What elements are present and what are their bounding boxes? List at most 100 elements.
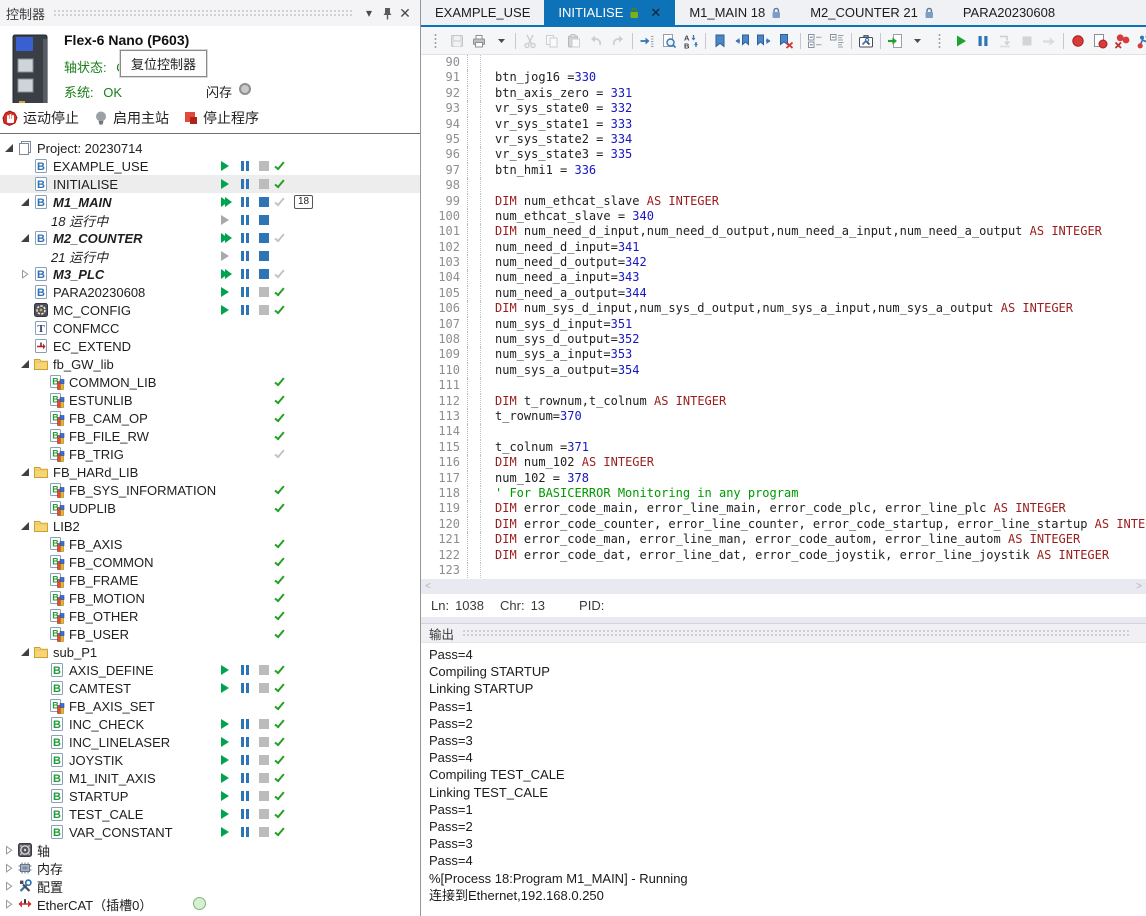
download-program-button[interactable] — [884, 30, 906, 52]
save-button[interactable] — [446, 30, 468, 52]
expander-open-icon[interactable] — [20, 466, 33, 478]
tree-item-project-20230714[interactable]: Project: 20230714 — [0, 139, 420, 157]
expander-open-icon[interactable] — [20, 358, 33, 370]
pin-icon[interactable] — [378, 4, 396, 22]
replace-button[interactable]: AB — [680, 30, 702, 52]
expander-open-icon[interactable] — [20, 232, 33, 244]
tab-close-icon[interactable]: ✕ — [650, 5, 661, 21]
tree-item-fb_user[interactable]: BFB_USER — [0, 625, 420, 643]
expander-closed-icon[interactable] — [4, 880, 17, 892]
tree-item-m1_main[interactable]: BM1_MAIN18 — [0, 193, 420, 211]
tree-item-fb_cam_op[interactable]: BFB_CAM_OP — [0, 409, 420, 427]
tree-item-ec_extend[interactable]: EC_EXTEND — [0, 337, 420, 355]
next-bookmark-button[interactable] — [753, 30, 775, 52]
expander-open-icon[interactable] — [20, 520, 33, 532]
watch-config-button[interactable] — [855, 30, 877, 52]
motion-stop-button[interactable]: 运动停止 — [2, 108, 79, 128]
tree-item-m2_counter[interactable]: BM2_COUNTER — [0, 229, 420, 247]
paste-button[interactable] — [563, 30, 585, 52]
tree-item-udplib[interactable]: BUDPLIB — [0, 499, 420, 517]
tree-item-fb_motion[interactable]: BFB_MOTION — [0, 589, 420, 607]
tree-item-21-[interactable]: 21 运行中 — [0, 247, 420, 265]
cut-button[interactable] — [519, 30, 541, 52]
tree-item-18-[interactable]: 18 运行中 — [0, 211, 420, 229]
tree-item-camtest[interactable]: BCAMTEST — [0, 679, 420, 697]
tree-item-lib2[interactable]: LIB2 — [0, 517, 420, 535]
breakpoint-doc-button[interactable] — [1089, 30, 1111, 52]
tree-item-joystik[interactable]: BJOYSTIK — [0, 751, 420, 769]
reset-controller-button[interactable]: 复位控制器 — [120, 50, 207, 77]
tree-item-inc_linelaser[interactable]: BINC_LINELASER — [0, 733, 420, 751]
expander-closed-icon[interactable] — [20, 268, 33, 280]
redo-button[interactable] — [607, 30, 629, 52]
expand-outline-button[interactable] — [826, 30, 848, 52]
tree-item-sub_p1[interactable]: sub_P1 — [0, 643, 420, 661]
tree-item-ethercat-0-[interactable]: EtherCAT（插槽0） — [0, 895, 420, 913]
toolbar-grip-2[interactable] — [928, 30, 950, 52]
expander-closed-icon[interactable] — [4, 844, 17, 856]
step-into-button[interactable] — [994, 30, 1016, 52]
tree-item-inc_check[interactable]: BINC_CHECK — [0, 715, 420, 733]
panel-dropdown-icon[interactable]: ▾ — [360, 4, 378, 22]
stop-button[interactable] — [1016, 30, 1038, 52]
tree-item-m1_init_axis[interactable]: BM1_INIT_AXIS — [0, 769, 420, 787]
tree-item-example_use[interactable]: BEXAMPLE_USE — [0, 157, 420, 175]
stop-program-button[interactable]: 停止程序 — [183, 108, 259, 128]
tree-item-startup[interactable]: BSTARTUP — [0, 787, 420, 805]
tree-item--[interactable]: 轴 — [0, 841, 420, 859]
find-in-file-button[interactable] — [658, 30, 680, 52]
tree-item-fb_other[interactable]: BFB_OTHER — [0, 607, 420, 625]
run-button[interactable] — [950, 30, 972, 52]
tree-item-axis_define[interactable]: BAXIS_DEFINE — [0, 661, 420, 679]
expander-open-icon[interactable] — [20, 196, 33, 208]
tab-example_use[interactable]: EXAMPLE_USE — [421, 0, 544, 25]
output-log[interactable]: Pass=4Compiling STARTUPLinking STARTUPPa… — [421, 643, 1146, 904]
scroll-left-arrow[interactable]: < — [425, 581, 431, 592]
tree-item-fb_hard_lib[interactable]: FB_HARd_LIB — [0, 463, 420, 481]
scroll-right-arrow[interactable]: > — [1136, 581, 1142, 592]
horizontal-scrollbar[interactable]: < > — [421, 579, 1146, 594]
collapse-outline-button[interactable] — [804, 30, 826, 52]
expander-open-icon[interactable] — [4, 142, 17, 154]
expander-open-icon[interactable] — [20, 646, 33, 658]
tab-para20230608[interactable]: PARA20230608 — [949, 0, 1069, 25]
tree-item-fb_gw_lib[interactable]: fb_GW_lib — [0, 355, 420, 373]
tree-item-fb_file_rw[interactable]: BFB_FILE_RW — [0, 427, 420, 445]
watch-point-button[interactable] — [1133, 30, 1146, 52]
tab-m2_counter-21[interactable]: M2_COUNTER 21 — [796, 0, 949, 25]
tree-item-initialise[interactable]: BINITIALISE — [0, 175, 420, 193]
tree-item-m3_plc[interactable]: BM3_PLC — [0, 265, 420, 283]
tree-item-para20230608[interactable]: BPARA20230608 — [0, 283, 420, 301]
print-dropdown[interactable] — [490, 30, 512, 52]
toolbar-overflow[interactable] — [906, 30, 928, 52]
toggle-bookmark-button[interactable] — [709, 30, 731, 52]
tree-item-test_cale[interactable]: BTEST_CALE — [0, 805, 420, 823]
tree-item-var_constant[interactable]: BVAR_CONSTANT — [0, 823, 420, 841]
pause-button[interactable] — [972, 30, 994, 52]
undo-button[interactable] — [585, 30, 607, 52]
tree-item-estunlib[interactable]: BESTUNLIB — [0, 391, 420, 409]
tree-item-fb_axis[interactable]: BFB_AXIS — [0, 535, 420, 553]
step-over-button[interactable] — [1038, 30, 1060, 52]
toolbar-grip[interactable] — [424, 30, 446, 52]
tree-item-fb_common[interactable]: BFB_COMMON — [0, 553, 420, 571]
tree-item-confmcc[interactable]: TCONFMCC — [0, 319, 420, 337]
enable-master-button[interactable]: 启用主站 — [93, 108, 169, 128]
tree-item-fb_frame[interactable]: BFB_FRAME — [0, 571, 420, 589]
print-button[interactable] — [468, 30, 490, 52]
tree-item-fb_axis_set[interactable]: BFB_AXIS_SET — [0, 697, 420, 715]
tree-item-mc_config[interactable]: MC_CONFIG — [0, 301, 420, 319]
prev-bookmark-button[interactable] — [731, 30, 753, 52]
breakpoint-button[interactable] — [1067, 30, 1089, 52]
expander-closed-icon[interactable] — [4, 898, 17, 910]
clear-bookmarks-button[interactable] — [775, 30, 797, 52]
tab-m1_main-18[interactable]: M1_MAIN 18 — [675, 0, 796, 25]
tree-item-fb_sys_information[interactable]: BFB_SYS_INFORMATION — [0, 481, 420, 499]
clear-breakpoints-button[interactable] — [1111, 30, 1133, 52]
close-icon[interactable]: ✕ — [396, 4, 414, 22]
goto-line-button[interactable] — [636, 30, 658, 52]
expander-closed-icon[interactable] — [4, 862, 17, 874]
tree-item-fb_trig[interactable]: BFB_TRIG — [0, 445, 420, 463]
code-editor[interactable]: 9091btn_jog16 =33092btn_axis_zero = 3319… — [421, 55, 1146, 579]
tree-item--[interactable]: 配置 — [0, 877, 420, 895]
